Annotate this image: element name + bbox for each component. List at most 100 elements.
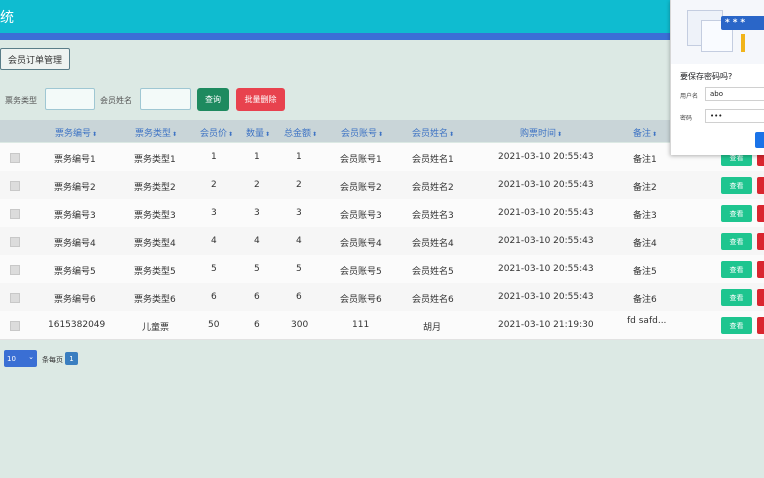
cell-total: 1: [296, 152, 302, 162]
save-password-popup: *** 要保存密码吗? 用户名 abo 密码 •••: [670, 0, 764, 155]
delete-button[interactable]: [757, 261, 764, 278]
row-checkbox[interactable]: [10, 265, 20, 275]
cell-ticket-no: 票务编号6: [54, 295, 96, 305]
sort-icon: ⬍: [557, 131, 563, 138]
row-checkbox[interactable]: [10, 321, 20, 331]
illustration-password-field: ***: [721, 16, 764, 30]
tab-member-order-management[interactable]: 会员订单管理: [0, 48, 70, 70]
row-checkbox[interactable]: [10, 209, 20, 219]
header-note[interactable]: 备注⬍: [633, 126, 657, 139]
cell-ticket-no: 票务编号3: [54, 211, 96, 221]
row-checkbox[interactable]: [10, 293, 20, 303]
cell-ticket-no: 1615382049: [48, 320, 106, 330]
page-button-current[interactable]: 1: [65, 352, 78, 365]
header-ticket-type[interactable]: 票务类型⬍: [135, 126, 177, 139]
cell-time: 2021-03-10 20:55:43: [498, 152, 594, 162]
sort-icon: ⬍: [92, 131, 98, 138]
cell-quantity: 6: [254, 292, 260, 302]
cell-time: 2021-03-10 20:55:43: [498, 208, 594, 218]
cell-ticket-type: 票务类型1: [134, 155, 176, 165]
delete-button[interactable]: [757, 233, 764, 250]
ticket-type-label: 票务类型: [5, 96, 37, 105]
cell-account: 会员账号5: [340, 267, 382, 277]
cell-price: 2: [211, 180, 217, 190]
table-row: 票务编号5 票务类型5 5 5 5 会员账号5 会员姓名5 2021-03-10…: [0, 255, 764, 284]
page-size-select[interactable]: 10 ⌄: [4, 350, 37, 367]
cell-name: 会员姓名4: [412, 239, 454, 249]
header-ticket-no[interactable]: 票务编号⬍: [55, 126, 97, 139]
cell-note: 备注5: [633, 267, 657, 277]
password-field[interactable]: •••: [705, 109, 764, 123]
cell-account: 会员账号6: [340, 295, 382, 305]
cell-ticket-type: 票务类型6: [134, 295, 176, 305]
cell-account: 111: [352, 320, 370, 330]
sort-icon: ⬍: [172, 131, 178, 138]
row-checkbox[interactable]: [10, 153, 20, 163]
delete-button[interactable]: [757, 317, 764, 334]
save-password-button[interactable]: [755, 132, 764, 148]
cell-quantity: 6: [254, 320, 260, 330]
cell-account: 会员账号2: [340, 183, 382, 193]
cell-price: 1: [211, 152, 217, 162]
query-button[interactable]: 查询: [197, 88, 229, 111]
cell-ticket-no: 票务编号5: [54, 267, 96, 277]
ticket-type-input[interactable]: [45, 88, 95, 110]
table-row: 票务编号1 票务类型1 1 1 1 会员账号1 会员姓名1 2021-03-10…: [0, 143, 764, 172]
header-total[interactable]: 总金额⬍: [284, 126, 317, 139]
cell-ticket-no: 票务编号1: [54, 155, 96, 165]
cell-price: 4: [211, 236, 217, 246]
cell-ticket-no: 票务编号4: [54, 239, 96, 249]
app-title: 统: [0, 10, 14, 26]
table-row: 票务编号3 票务类型3 3 3 3 会员账号3 会员姓名3 2021-03-10…: [0, 199, 764, 228]
username-label: 用户名: [680, 93, 699, 100]
view-button[interactable]: 查看: [721, 317, 752, 334]
cell-name: 会员姓名2: [412, 183, 454, 193]
delete-button[interactable]: [757, 205, 764, 222]
member-name-input[interactable]: [140, 88, 191, 110]
row-checkbox[interactable]: [10, 181, 20, 191]
cell-name: 会员姓名5: [412, 267, 454, 277]
cell-quantity: 5: [254, 264, 260, 274]
table-row: 1615382049 儿童票 50 6 300 111 胡月 2021-03-1…: [0, 311, 764, 340]
cell-name: 会员姓名6: [412, 295, 454, 305]
header-quantity[interactable]: 数量⬍: [246, 126, 270, 139]
cell-quantity: 3: [254, 208, 260, 218]
cell-note: 备注3: [633, 211, 657, 221]
view-button[interactable]: 查看: [721, 289, 752, 306]
table-row: 票务编号4 票务类型4 4 4 4 会员账号4 会员姓名4 2021-03-10…: [0, 227, 764, 256]
header-purchase-time[interactable]: 购票时间⬍: [520, 126, 562, 139]
header-member-name[interactable]: 会员姓名⬍: [412, 126, 454, 139]
cell-total: 4: [296, 236, 302, 246]
cell-time: 2021-03-10 20:55:43: [498, 180, 594, 190]
sort-icon: ⬍: [228, 131, 234, 138]
cell-time: 2021-03-10 20:55:43: [498, 236, 594, 246]
row-checkbox[interactable]: [10, 237, 20, 247]
header-member-account[interactable]: 会员账号⬍: [341, 126, 383, 139]
username-field[interactable]: abo: [705, 87, 764, 101]
cell-quantity: 2: [254, 180, 260, 190]
sort-icon: ⬍: [312, 131, 318, 138]
view-button[interactable]: 查看: [721, 261, 752, 278]
cell-price: 3: [211, 208, 217, 218]
chevron-down-icon: ⌄: [28, 353, 34, 361]
delete-button[interactable]: [757, 289, 764, 306]
per-page-label: 条每页: [42, 356, 63, 364]
view-button[interactable]: 查看: [721, 233, 752, 250]
cell-name: 会员姓名1: [412, 155, 454, 165]
view-button[interactable]: 查看: [721, 205, 752, 222]
batch-delete-button[interactable]: 批量删除: [236, 88, 285, 111]
cell-total: 300: [291, 320, 309, 330]
cell-ticket-no: 票务编号2: [54, 183, 96, 193]
top-header: 统: [0, 0, 764, 33]
delete-button[interactable]: [757, 177, 764, 194]
header-member-price[interactable]: 会员价⬍: [200, 126, 233, 139]
cell-note: fd safd...: [627, 316, 667, 326]
key-icon: [741, 34, 745, 52]
sort-icon: ⬍: [652, 131, 658, 138]
view-button[interactable]: 查看: [721, 177, 752, 194]
cell-ticket-type: 票务类型4: [134, 239, 176, 249]
cell-note: 备注2: [633, 183, 657, 193]
table-header: 票务编号⬍ 票务类型⬍ 会员价⬍ 数量⬍ 总金额⬍ 会员账号⬍ 会员姓名⬍ 购票…: [0, 120, 764, 142]
member-name-label: 会员姓名: [100, 96, 132, 105]
cell-account: 会员账号4: [340, 239, 382, 249]
